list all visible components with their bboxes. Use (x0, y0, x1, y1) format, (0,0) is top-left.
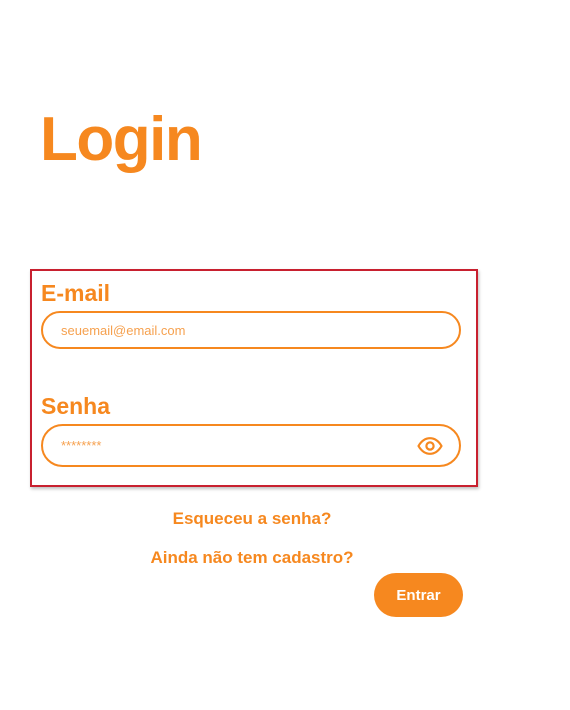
email-field[interactable] (61, 313, 401, 347)
eye-icon[interactable] (417, 436, 443, 455)
password-field[interactable] (61, 426, 401, 465)
forgot-password-link[interactable]: Esqueceu a senha? (0, 509, 504, 529)
email-field-wrapper[interactable] (41, 311, 461, 349)
password-field-wrapper[interactable] (41, 424, 461, 467)
login-button[interactable]: Entrar (374, 573, 463, 617)
register-link[interactable]: Ainda não tem cadastro? (0, 548, 504, 568)
page-title: Login (40, 105, 203, 174)
password-label: Senha (41, 393, 111, 419)
email-label: E-mail (41, 280, 111, 306)
